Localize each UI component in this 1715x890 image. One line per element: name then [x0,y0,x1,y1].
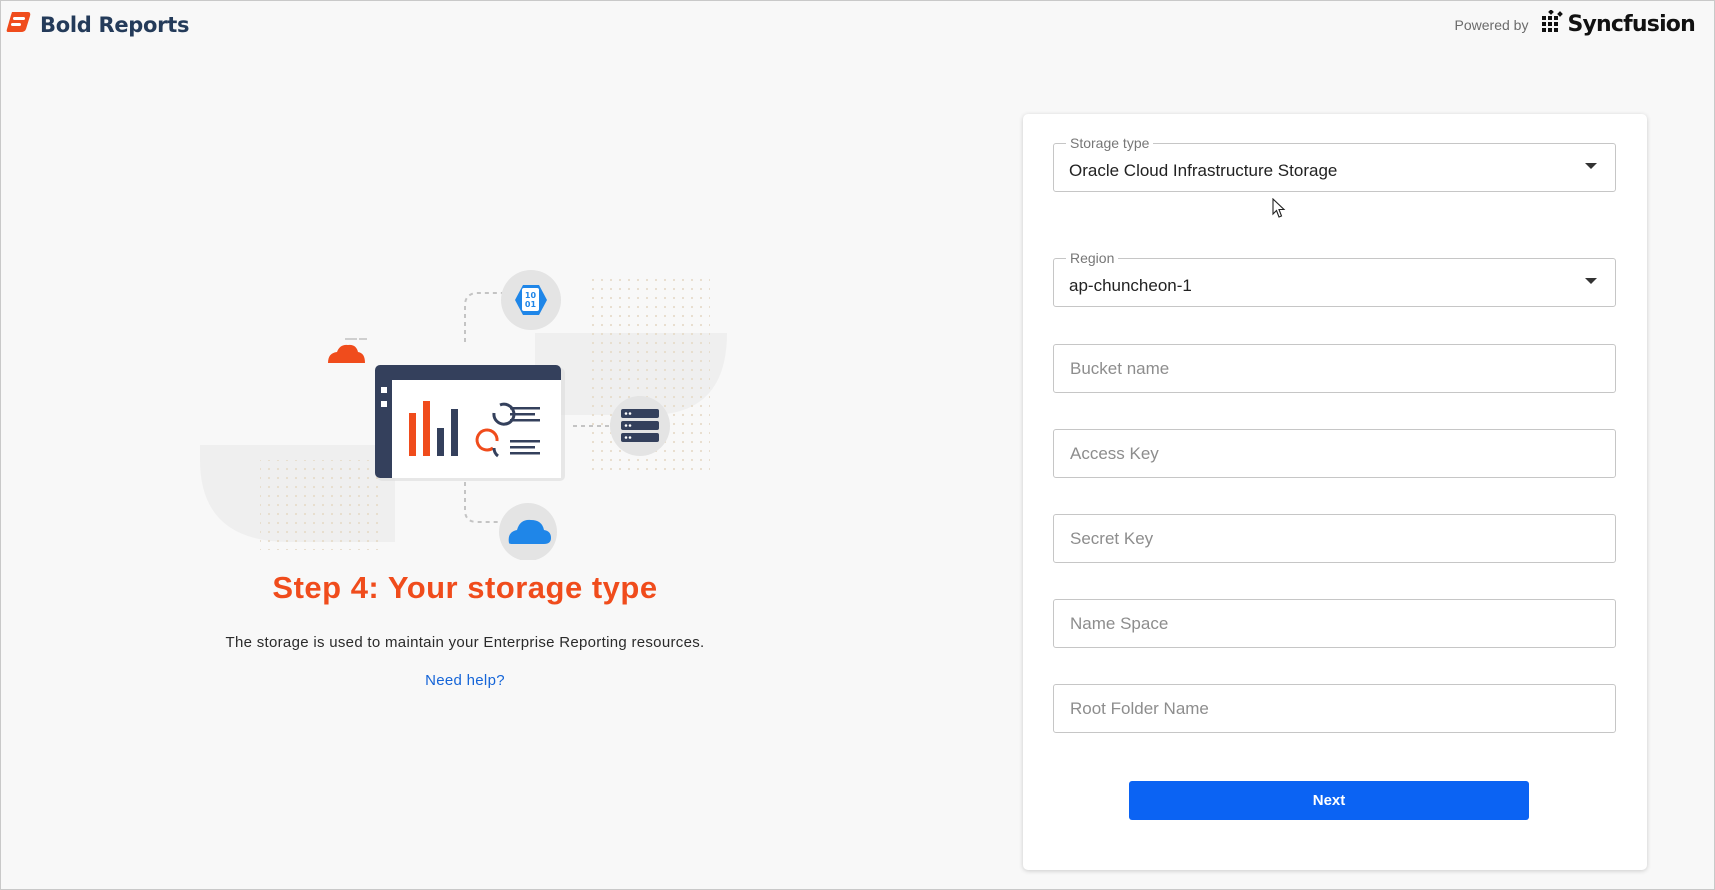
root-folder-input[interactable] [1054,685,1615,732]
storage-type-value: Oracle Cloud Infrastructure Storage [1069,161,1338,180]
powered-by: Powered by Syncfusion [1454,9,1696,39]
syncfusion-logo-text: Syncfusion [1567,12,1695,37]
dashboard-window [375,365,565,481]
server-icon [610,396,670,456]
bucket-name-field[interactable] [1053,344,1616,393]
cloud-icon [499,503,557,561]
syncfusion-logo[interactable]: Syncfusion [1542,9,1696,39]
binary-file-icon: 10 01 [501,270,561,330]
name-space-field[interactable] [1053,599,1616,648]
secret-key-input[interactable] [1054,515,1615,562]
svg-text:01: 01 [525,300,537,309]
name-space-input[interactable] [1054,600,1615,647]
region-dropdown[interactable]: Region ap-chuncheon-1 [1053,250,1616,307]
syncfusion-logo-icon [1542,9,1564,39]
cloud-small-icon [328,338,367,363]
region-value: ap-chuncheon-1 [1069,276,1192,295]
next-button[interactable]: Next [1129,781,1529,820]
need-help-link[interactable]: Need help? [0,672,930,689]
root-folder-field[interactable] [1053,684,1616,733]
bucket-name-input[interactable] [1054,345,1615,392]
storage-form-card: Storage type Oracle Cloud Infrastructure… [1023,114,1647,870]
intro-section: 10 01 Step 4: Your storage type The stor… [0,0,930,890]
step-description: The storage is used to maintain your Ent… [225,634,705,651]
access-key-field[interactable] [1053,429,1616,478]
storage-type-dropdown[interactable]: Storage type Oracle Cloud Infrastructure… [1053,135,1616,192]
chevron-down-icon[interactable] [1585,163,1597,169]
secret-key-field[interactable] [1053,514,1616,563]
svg-text:10: 10 [525,291,537,300]
access-key-input[interactable] [1054,430,1615,477]
chevron-down-icon[interactable] [1585,278,1597,284]
storage-type-label: Storage type [1066,135,1154,151]
mouse-cursor-icon [1272,197,1286,224]
step-title: Step 4: Your storage type [272,570,658,605]
region-label: Region [1066,250,1119,266]
powered-by-label: Powered by [1454,16,1529,33]
storage-illustration: 10 01 [195,260,735,565]
